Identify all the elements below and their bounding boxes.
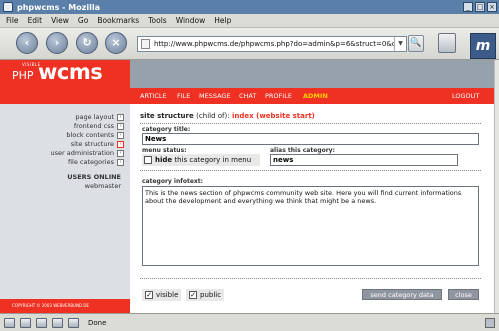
divider (140, 170, 481, 171)
nav-profile[interactable]: PROFILE (265, 92, 292, 100)
online-user: webmaster (84, 182, 121, 190)
visible-label: visible (156, 291, 179, 299)
heading-parent: index (website start) (232, 112, 315, 120)
copyright-text: COPYRIGHT © 2003 WEBVERBUND.DE (12, 303, 89, 308)
navigator-icon[interactable] (4, 318, 15, 328)
menu-view[interactable]: View (51, 16, 69, 25)
window-titlebar: phpwcms - Mozilla _ □ × (0, 0, 499, 14)
url-text[interactable]: http://www.phpwcms.de/phpwcms.php?do=adm… (154, 40, 394, 48)
close-button[interactable]: close (448, 289, 479, 300)
sidebar-item-label: site structure (70, 140, 114, 148)
copyright-footer: COPYRIGHT © 2003 WEBVERBUND.DE (0, 299, 130, 313)
hide-label-bold: hide (155, 156, 173, 164)
chevron-down-icon[interactable]: ▼ (394, 37, 406, 51)
send-category-data-button[interactable]: send category data (362, 289, 442, 300)
divider (140, 278, 481, 279)
hide-label: hide this category in menu (155, 156, 251, 164)
sidebar-item-label: page layout (75, 113, 114, 121)
address-bar[interactable]: http://www.phpwcms.de/phpwcms.php?do=adm… (137, 36, 407, 52)
search-icon[interactable]: 🔍 (408, 35, 424, 52)
browser-statusbar: Done (0, 313, 499, 331)
category-title-input[interactable]: News (142, 133, 479, 145)
nav-file[interactable]: FILE (177, 92, 190, 100)
users-online-title: USERS ONLINE (67, 173, 121, 181)
admin-sidebar: page layout › frontend css › block conte… (0, 104, 130, 299)
nav-admin[interactable]: ADMIN (303, 92, 328, 100)
category-title-label: category title: (142, 126, 191, 133)
reload-icon[interactable]: ↻ (76, 32, 98, 54)
forward-icon[interactable]: › (46, 32, 68, 54)
page-scrollbar[interactable] (494, 60, 499, 313)
public-label: public (200, 291, 222, 299)
divider (140, 123, 481, 124)
hide-in-menu-option[interactable]: hide this category in menu (142, 154, 260, 166)
menu-help[interactable]: Help (214, 16, 231, 25)
visible-checkbox[interactable]: ✓ (145, 291, 153, 299)
top-navigation: ARTICLE FILE MESSAGE CHAT PROFILE ADMIN … (0, 88, 494, 104)
heading-prefix: site structure (140, 112, 194, 120)
sidebar-item-frontend-css[interactable]: frontend css › (74, 122, 124, 130)
chat-icon[interactable] (52, 318, 63, 328)
logo-php: PHP (12, 69, 34, 82)
maximize-icon[interactable]: □ (475, 2, 485, 12)
status-text: Done (88, 319, 107, 327)
logo-wcms: wcms (38, 60, 103, 84)
mail-icon[interactable] (20, 318, 31, 328)
navigation-toolbar: ‹ › ↻ × http://www.phpwcms.de/phpwcms.ph… (0, 28, 499, 60)
arrow-right-icon: › (117, 149, 124, 157)
print-icon[interactable] (438, 33, 456, 53)
sidebar-item-page-layout[interactable]: page layout › (75, 113, 124, 121)
menu-edit[interactable]: Edit (28, 16, 43, 25)
page-icon (141, 39, 150, 49)
logout-link[interactable]: LOGOUT (452, 92, 479, 100)
arrow-right-icon: › (117, 131, 124, 139)
sidebar-item-file-categories[interactable]: file categories › (68, 158, 124, 166)
heading-child: (child of): (196, 112, 230, 120)
nav-chat[interactable]: CHAT (239, 92, 256, 100)
sidebar-item-label: file categories (67, 158, 114, 166)
arrow-right-icon: › (117, 122, 124, 130)
logo: VISIBLE PHP wcms (0, 60, 130, 88)
menu-bookmarks[interactable]: Bookmarks (97, 16, 139, 25)
window-title: phpwcms - Mozilla (17, 2, 101, 12)
arrow-right-active-icon: › (117, 140, 124, 148)
menu-status-label: menu status: (142, 147, 187, 154)
visible-option[interactable]: ✓ visible (142, 289, 182, 301)
back-icon[interactable]: ‹ (16, 32, 38, 54)
menu-window[interactable]: Window (176, 16, 206, 25)
sidebar-item-label: block contents (66, 131, 114, 139)
menu-file[interactable]: File (6, 16, 19, 25)
sidebar-item-label: frontend css (73, 122, 114, 130)
page-title: site structure (child of): index (websit… (140, 112, 315, 120)
security-icon (485, 318, 495, 328)
mozilla-throbber-icon: m (470, 33, 496, 59)
page-viewport: VISIBLE PHP wcms ARTICLE FILE MESSAGE CH… (0, 60, 494, 313)
arrow-right-icon: › (117, 158, 124, 166)
infotext-label: category infotext: (142, 178, 204, 185)
infotext-textarea[interactable]: This is the news section of phpwcms comm… (142, 186, 479, 266)
minimize-icon[interactable]: _ (463, 2, 473, 12)
hide-checkbox[interactable] (144, 156, 152, 164)
public-option[interactable]: ✓ public (186, 289, 225, 301)
menu-tools[interactable]: Tools (148, 16, 166, 25)
sidebar-item-label: user administration (50, 149, 114, 157)
sidebar-item-site-structure[interactable]: site structure › (71, 140, 124, 148)
arrow-right-icon: › (117, 113, 124, 121)
menu-go[interactable]: Go (78, 16, 88, 25)
window-controls: _ □ × (463, 2, 497, 12)
hide-label-rest: this category in menu (174, 156, 252, 164)
alias-label: alias this category: (270, 147, 335, 154)
nav-message[interactable]: MESSAGE (199, 92, 231, 100)
sidebar-item-user-administration[interactable]: user administration › (51, 149, 124, 157)
stop-icon[interactable]: × (105, 32, 127, 54)
close-window-icon[interactable]: × (487, 2, 497, 12)
app-icon (3, 2, 13, 12)
public-checkbox[interactable]: ✓ (189, 291, 197, 299)
sidebar-item-block-contents[interactable]: block contents › (66, 131, 124, 139)
address-book-icon[interactable] (68, 318, 79, 328)
nav-article[interactable]: ARTICLE (140, 92, 167, 100)
alias-input[interactable]: news (270, 154, 458, 166)
composer-icon[interactable] (36, 318, 47, 328)
browser-menubar: File Edit View Go Bookmarks Tools Window… (0, 14, 499, 28)
